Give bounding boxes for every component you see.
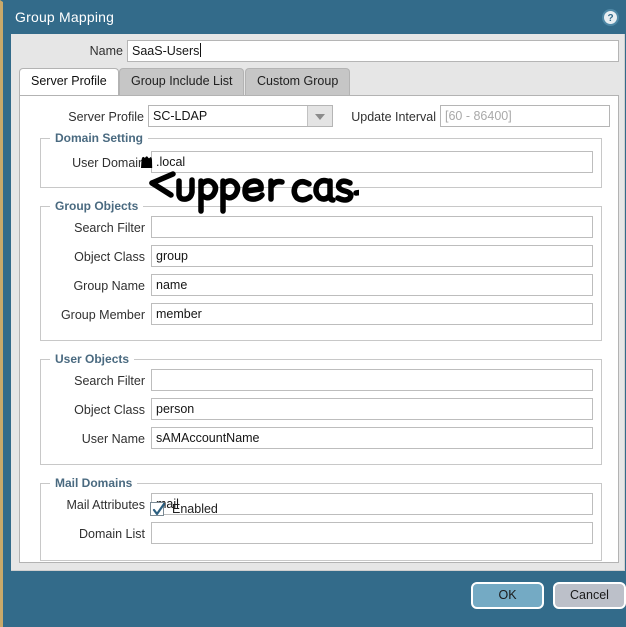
dialog-title: Group Mapping (15, 9, 115, 25)
user-object-class-label: Object Class (74, 403, 145, 417)
tab-strip: Server Profile Group Include List Custom… (19, 68, 619, 95)
tab-custom-group[interactable]: Custom Group (245, 68, 351, 95)
enabled-checkbox[interactable] (150, 502, 166, 516)
group-member-input[interactable]: member (151, 303, 593, 325)
name-input[interactable]: SaaS-Users (127, 40, 619, 62)
update-interval-input[interactable]: [60 - 86400] (440, 105, 610, 127)
user-objects-group: User Objects Search Filter Object Class … (40, 352, 602, 465)
help-circle-icon[interactable]: ? (602, 9, 619, 26)
user-domain-input[interactable]: .local (151, 151, 593, 173)
chevron-down-icon[interactable] (307, 106, 332, 126)
user-object-class-input[interactable]: person (151, 398, 593, 420)
user-name-input[interactable]: sAMAccountName (151, 427, 593, 449)
tab-group-include-list[interactable]: Group Include List (119, 68, 245, 95)
group-search-filter-input[interactable] (151, 216, 593, 238)
mail-domains-group: Mail Domains Mail Attributes mail Domain… (40, 476, 602, 561)
server-profile-label: Server Profile (68, 110, 144, 124)
group-objects-title: Group Objects (50, 199, 144, 213)
mail-attributes-label: Mail Attributes (66, 498, 145, 512)
name-input-value: SaaS-Users (132, 44, 200, 58)
group-object-class-input[interactable]: group (151, 245, 593, 267)
dialog-content: Name SaaS-Users Server Profile Group Inc… (11, 34, 625, 571)
domain-list-label: Domain List (79, 527, 145, 541)
user-search-filter-input[interactable] (151, 369, 593, 391)
enabled-checkbox-label: Enabled (172, 502, 218, 516)
name-row: Name SaaS-Users (11, 40, 624, 64)
tab-server-profile[interactable]: Server Profile (19, 68, 119, 95)
dialog-footer: OK Cancel (3, 571, 626, 627)
name-label: Name (89, 44, 123, 58)
tab-panel-server-profile: Server Profile SC-LDAP Update Interval [… (19, 95, 619, 563)
user-search-filter-label: Search Filter (74, 374, 145, 388)
user-name-label: User Name (81, 432, 145, 446)
dialog-titlebar: Group Mapping ? (3, 2, 626, 34)
cancel-button[interactable]: Cancel (553, 582, 626, 609)
mail-domains-title: Mail Domains (50, 476, 138, 490)
group-object-class-label: Object Class (74, 250, 145, 264)
svg-text:?: ? (607, 13, 613, 24)
ok-button[interactable]: OK (471, 582, 544, 609)
server-profile-value: SC-LDAP (153, 109, 208, 123)
group-search-filter-label: Search Filter (74, 221, 145, 235)
update-interval-label: Update Interval (351, 110, 436, 124)
server-profile-select[interactable]: SC-LDAP (148, 105, 333, 127)
domain-setting-group: Domain Setting User Domain .local (40, 131, 602, 188)
user-objects-title: User Objects (50, 352, 135, 366)
check-icon (152, 502, 166, 516)
group-name-input[interactable]: name (151, 274, 593, 296)
group-mapping-dialog: Group Mapping ? Name SaaS-Users Server P… (0, 0, 626, 627)
domain-list-input[interactable] (151, 522, 593, 544)
domain-setting-title: Domain Setting (50, 131, 149, 145)
group-objects-group: Group Objects Search Filter Object Class… (40, 199, 602, 341)
user-domain-label: User Domain (72, 156, 145, 170)
group-name-label: Group Name (73, 279, 145, 293)
group-member-label: Group Member (60, 308, 145, 322)
text-caret (200, 43, 202, 57)
